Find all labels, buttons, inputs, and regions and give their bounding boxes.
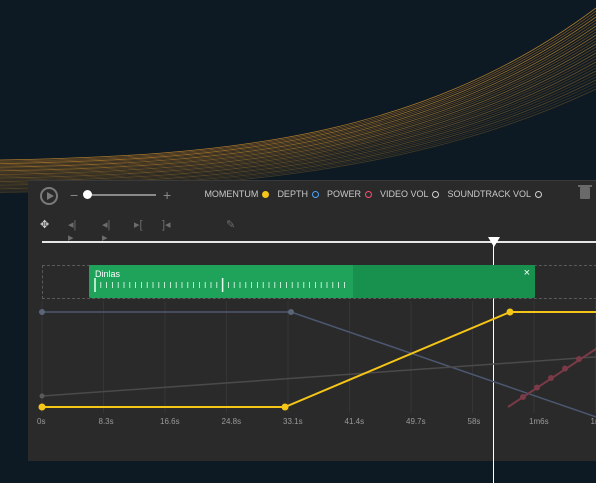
legend-label: SOUNDTRACK VOL bbox=[447, 189, 531, 199]
time-label: 49.7s bbox=[406, 417, 426, 426]
momentum-curve[interactable] bbox=[42, 312, 596, 407]
legend-label: VIDEO VOL bbox=[380, 189, 429, 199]
legend-dot bbox=[262, 191, 269, 198]
time-label: 1m6s bbox=[529, 417, 549, 426]
move-tool-icon[interactable]: ✥ bbox=[40, 218, 49, 231]
background-curve bbox=[0, 26, 596, 167]
power-keyframe[interactable] bbox=[562, 366, 568, 372]
legend: MOMENTUM DEPTH POWER VIDEO VOL SOUNDTRAC… bbox=[204, 189, 542, 199]
zoom-out-button[interactable]: − bbox=[70, 187, 78, 203]
legend-dot bbox=[535, 191, 542, 198]
clip-close-icon[interactable]: × bbox=[524, 267, 530, 279]
time-label: 41.4s bbox=[345, 417, 365, 426]
depth-keyframe[interactable] bbox=[39, 309, 45, 315]
momentum-keyframe[interactable] bbox=[39, 404, 46, 411]
timeline-scrubber[interactable] bbox=[42, 241, 596, 243]
legend-depth[interactable]: DEPTH bbox=[277, 189, 319, 199]
legend-label: DEPTH bbox=[277, 189, 308, 199]
automation-graph[interactable] bbox=[28, 301, 596, 461]
time-label: 24.8s bbox=[222, 417, 242, 426]
time-label: 8.3s bbox=[99, 417, 114, 426]
video-clip[interactable]: Dinlas × bbox=[89, 265, 535, 298]
momentum-keyframe[interactable] bbox=[507, 309, 514, 316]
trash-icon[interactable] bbox=[580, 187, 590, 199]
time-label: 0s bbox=[37, 417, 45, 426]
play-button[interactable] bbox=[40, 187, 58, 205]
editor-panel: − + MOMENTUM DEPTH POWER VIDEO VOL SOUND… bbox=[28, 180, 596, 461]
clip-title: Dinlas bbox=[95, 269, 120, 279]
power-keyframe[interactable] bbox=[520, 394, 526, 400]
momentum-keyframe[interactable] bbox=[282, 404, 289, 411]
trim-end-icon[interactable]: ]◂ bbox=[162, 218, 171, 231]
time-label: 1m14s bbox=[591, 417, 596, 426]
legend-dot bbox=[312, 191, 319, 198]
time-label: 16.6s bbox=[160, 417, 180, 426]
playhead-handle[interactable] bbox=[488, 237, 500, 247]
background-curve bbox=[0, 14, 596, 162]
time-label: 33.1s bbox=[283, 417, 303, 426]
background-curve bbox=[0, 11, 596, 161]
legend-dot bbox=[432, 191, 439, 198]
legend-dot bbox=[365, 191, 372, 198]
legend-video-vol[interactable]: VIDEO VOL bbox=[380, 189, 440, 199]
power-keyframe[interactable] bbox=[576, 356, 582, 362]
legend-soundtrack-vol[interactable]: SOUNDTRACK VOL bbox=[447, 189, 542, 199]
legend-label: POWER bbox=[327, 189, 361, 199]
legend-power[interactable]: POWER bbox=[327, 189, 372, 199]
power-keyframe[interactable] bbox=[548, 375, 554, 381]
legend-momentum[interactable]: MOMENTUM bbox=[204, 189, 269, 199]
zoom-in-button[interactable]: + bbox=[163, 187, 171, 203]
background-curve bbox=[0, 8, 596, 160]
power-keyframe[interactable] bbox=[534, 385, 540, 391]
edit-icon[interactable]: ✎ bbox=[226, 218, 235, 231]
background-curve bbox=[0, 17, 596, 164]
zoom-slider[interactable] bbox=[84, 194, 156, 196]
background-curve bbox=[0, 23, 596, 166]
clip-ticks bbox=[93, 278, 351, 292]
zoom-slider-thumb[interactable] bbox=[83, 190, 92, 199]
video-vol-curve[interactable] bbox=[42, 356, 596, 396]
clip-shade bbox=[353, 265, 535, 298]
video-vol-keyframe[interactable] bbox=[40, 394, 45, 399]
background-curve bbox=[0, 20, 596, 165]
trim-start-icon[interactable]: ▸[ bbox=[134, 218, 143, 231]
legend-label: MOMENTUM bbox=[204, 189, 258, 199]
depth-keyframe[interactable] bbox=[288, 309, 294, 315]
time-label: 58s bbox=[468, 417, 481, 426]
toolbar: − + MOMENTUM DEPTH POWER VIDEO VOL SOUND… bbox=[28, 181, 596, 211]
background-curve bbox=[0, 68, 596, 184]
